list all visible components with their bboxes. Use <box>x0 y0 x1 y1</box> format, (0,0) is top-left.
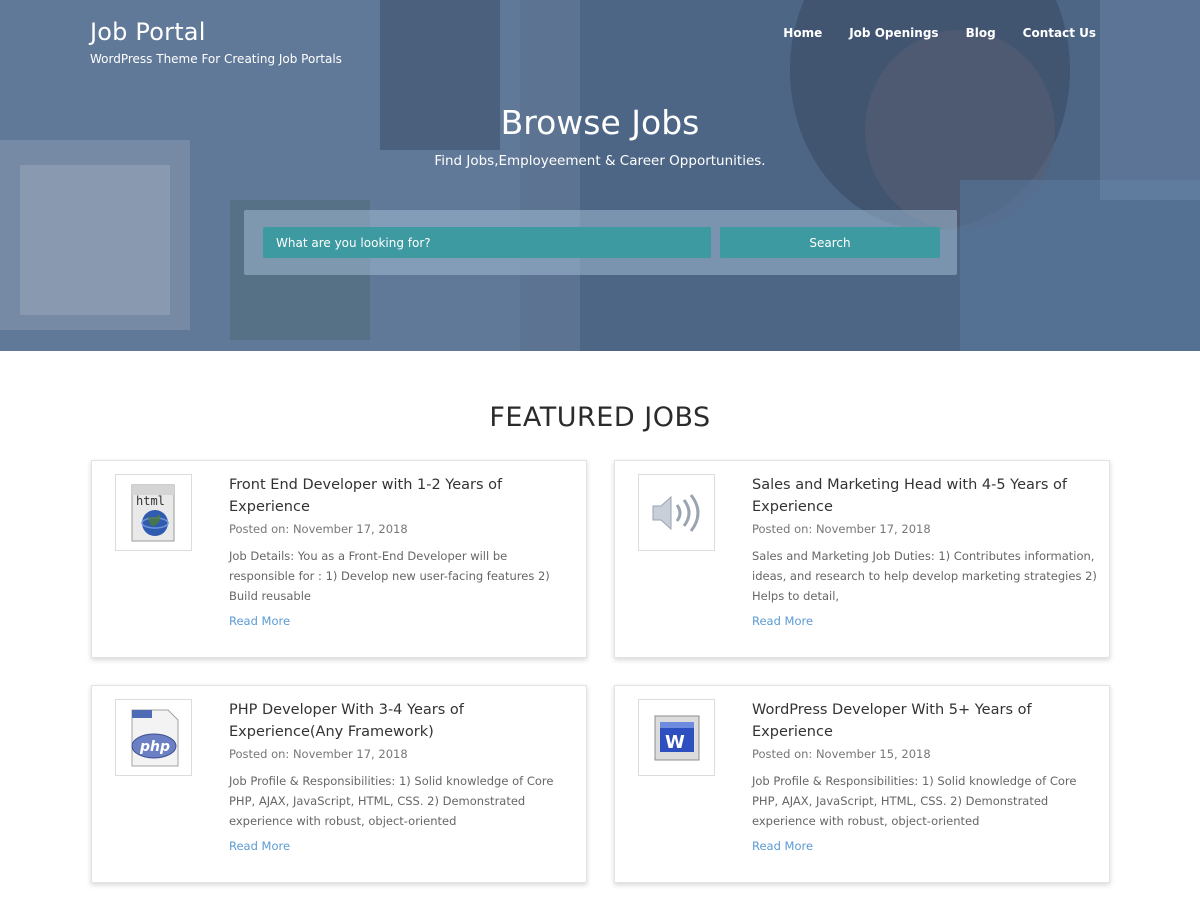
job-card-body: Front End Developer with 1-2 Years of Ex… <box>229 474 574 629</box>
job-thumbnail[interactable]: W <box>638 699 715 776</box>
hero-subtitle: Find Jobs,Employeement & Career Opportun… <box>434 153 766 169</box>
speaker-icon <box>652 493 699 532</box>
job-card-body: Sales and Marketing Head with 4-5 Years … <box>752 474 1097 629</box>
site-title[interactable]: Job Portal <box>90 18 342 46</box>
search-button[interactable]: Search <box>720 227 940 258</box>
nav-item-contact-us[interactable]: Contact Us <box>1023 26 1096 66</box>
job-excerpt: Job Details: You as a Front-End Develope… <box>229 549 550 603</box>
main-nav: Home Job Openings Blog Contact Us <box>783 26 1096 66</box>
hero-title: Browse Jobs <box>500 103 700 142</box>
job-excerpt: Sales and Marketing Job Duties: 1) Contr… <box>752 549 1097 603</box>
search-input[interactable] <box>263 227 711 258</box>
job-title[interactable]: Front End Developer with 1-2 Years of Ex… <box>229 474 574 518</box>
svg-text:php: php <box>139 739 170 755</box>
svg-text:html: html <box>136 494 165 508</box>
job-date: Posted on: November 17, 2018 <box>752 522 931 536</box>
job-card: W WordPress Developer With 5+ Years of E… <box>614 685 1110 883</box>
brand: Job Portal WordPress Theme For Creating … <box>90 18 342 66</box>
job-thumbnail[interactable] <box>638 474 715 551</box>
job-card-body: PHP Developer With 3-4 Years of Experien… <box>229 699 574 854</box>
read-more-link[interactable]: Read More <box>752 614 813 628</box>
job-date: Posted on: November 17, 2018 <box>229 747 408 761</box>
job-card: php PHP Developer With 3-4 Years of Expe… <box>91 685 587 883</box>
job-excerpt: Job Profile & Responsibilities: 1) Solid… <box>752 774 1077 828</box>
job-card: Sales and Marketing Head with 4-5 Years … <box>614 460 1110 658</box>
read-more-link[interactable]: Read More <box>752 839 813 853</box>
job-card-body: WordPress Developer With 5+ Years of Exp… <box>752 699 1097 854</box>
job-card: html Front End Developer with 1-2 Years … <box>91 460 587 658</box>
read-more-link[interactable]: Read More <box>229 839 290 853</box>
wordpress-w-icon: W <box>654 715 699 760</box>
featured-jobs-grid: html Front End Developer with 1-2 Years … <box>91 460 1111 883</box>
read-more-link[interactable]: Read More <box>229 614 290 628</box>
site-header: Job Portal WordPress Theme For Creating … <box>90 18 1096 66</box>
job-thumbnail[interactable]: php <box>115 699 192 776</box>
job-thumbnail[interactable]: html <box>115 474 192 551</box>
nav-item-job-openings[interactable]: Job Openings <box>849 26 938 66</box>
featured-jobs-heading: FEATURED JOBS <box>489 402 711 433</box>
job-date: Posted on: November 15, 2018 <box>752 747 931 761</box>
job-date: Posted on: November 17, 2018 <box>229 522 408 536</box>
site-tagline: WordPress Theme For Creating Job Portals <box>90 52 342 66</box>
html-globe-icon: html <box>131 484 174 541</box>
svg-text:W: W <box>665 732 685 753</box>
search-bar: Search <box>244 210 957 275</box>
job-excerpt: Job Profile & Responsibilities: 1) Solid… <box>229 774 554 828</box>
job-title[interactable]: Sales and Marketing Head with 4-5 Years … <box>752 474 1097 518</box>
job-title[interactable]: WordPress Developer With 5+ Years of Exp… <box>752 699 1097 743</box>
job-title[interactable]: PHP Developer With 3-4 Years of Experien… <box>229 699 574 743</box>
hero-section: Job Portal WordPress Theme For Creating … <box>0 0 1200 351</box>
nav-item-blog[interactable]: Blog <box>966 26 996 66</box>
nav-item-home[interactable]: Home <box>783 26 822 66</box>
php-file-icon: php <box>131 709 178 766</box>
